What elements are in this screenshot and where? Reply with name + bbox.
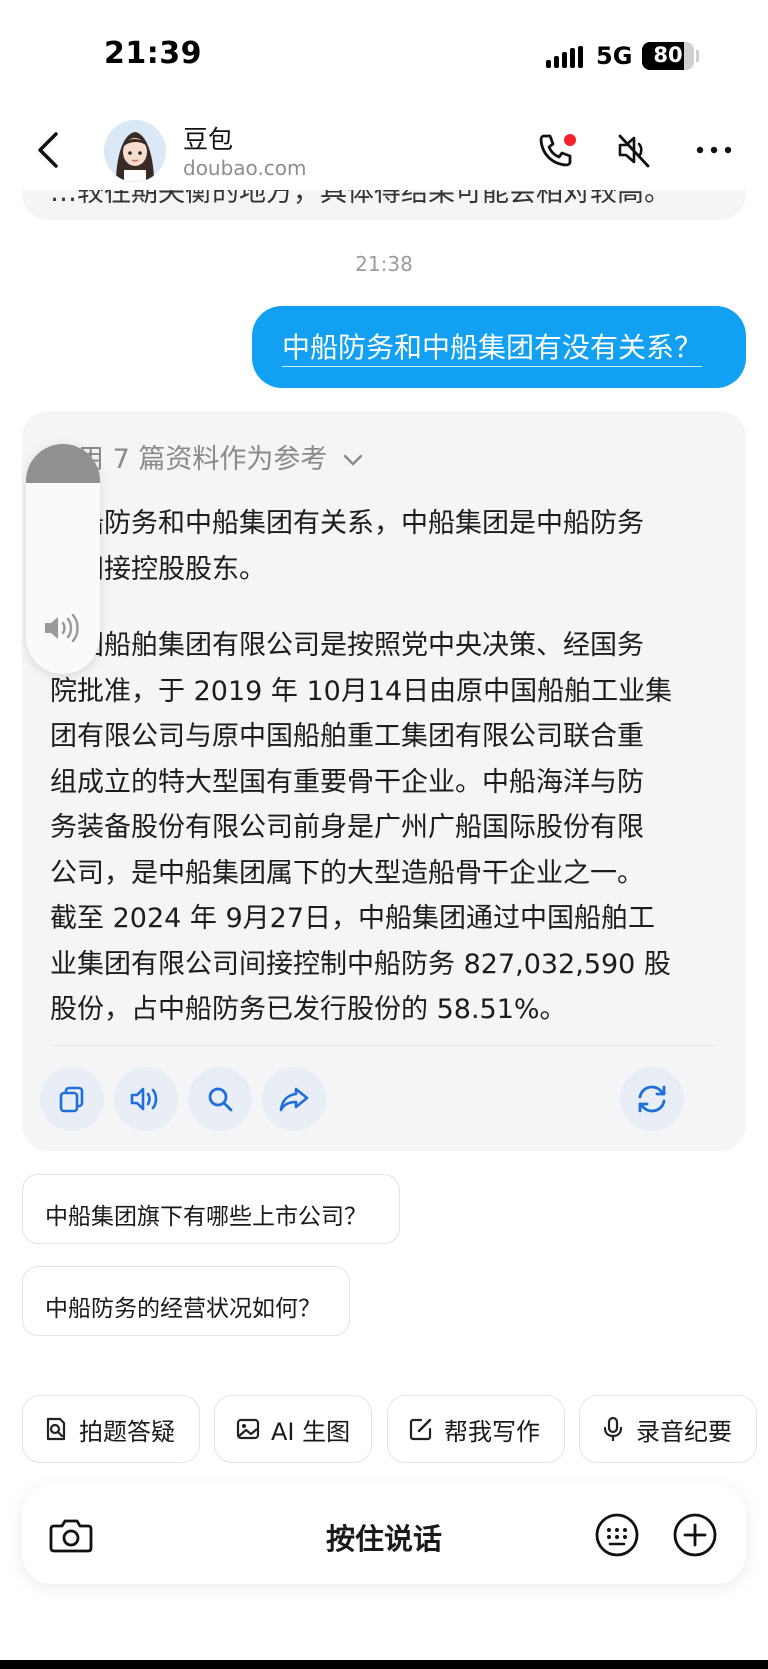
read-aloud-button[interactable]	[114, 1067, 178, 1131]
answer-line: 公司，是中船集团属下的大型造船骨干企业之一。	[50, 857, 644, 889]
copy-icon	[59, 1086, 84, 1113]
image-icon	[236, 1418, 260, 1440]
answer-line: 组成立的特大型国有重要骨干企业。中船海洋与防	[50, 766, 644, 798]
notification-dot	[564, 134, 576, 146]
tool-label: 录音纪要	[636, 1417, 732, 1446]
answer-paragraph-2: 中国船舶集团有限公司是按照党中央决策、经国务 院批准，于 2019 年 10月1…	[50, 623, 740, 1033]
copy-button[interactable]	[40, 1067, 104, 1131]
answer-line: 中国船舶集团有限公司是按照党中央决策、经国务	[50, 630, 644, 661]
suggestion-chip[interactable]: 中船集团旗下有哪些上市公司？	[22, 1174, 400, 1244]
status-time: 21:39	[104, 36, 202, 71]
message-timestamp: 21:38	[355, 252, 413, 276]
speaker-muted-icon[interactable]	[612, 128, 656, 172]
photo-question-icon	[46, 1417, 66, 1441]
back-icon[interactable]	[30, 128, 70, 172]
share-icon	[279, 1087, 309, 1112]
search-button[interactable]	[188, 1067, 252, 1131]
volume-icon	[45, 613, 79, 643]
signal-icon	[546, 46, 584, 68]
answer-line: 院批准，于 2019 年 10月14日由原中国船舶工业集	[50, 675, 673, 707]
tool-label: AI 生图	[271, 1417, 351, 1446]
tool-ai-image[interactable]: AI 生图	[214, 1395, 372, 1463]
chevron-down-icon	[343, 454, 363, 466]
bot-domain: doubao.com	[183, 156, 307, 180]
answer-paragraph-1: 中船防务和中船集团有关系，中船集团是中船防务 的间接控股股东。	[50, 501, 740, 592]
answer-line: 股份，占中船防务已发行股份的 58.51%。	[50, 994, 567, 1025]
chat-screen: 21:39 5G 80 …较往期失衡的地方，具体得结果可能会相对较高。 豆包 d…	[0, 0, 768, 1669]
add-icon[interactable]	[672, 1512, 718, 1558]
keyboard-icon[interactable]	[594, 1512, 640, 1558]
answer-line: 业集团有限公司间接控制中船防务 827,032,590 股	[50, 948, 671, 980]
answer-line: 的间接控股股东。	[50, 553, 266, 585]
home-indicator	[0, 1660, 768, 1669]
refresh-icon	[638, 1085, 666, 1113]
microphone-icon	[603, 1416, 623, 1441]
speaker-icon	[130, 1087, 158, 1111]
bot-name: 豆包	[183, 125, 234, 154]
user-message-text: 中船防务和中船集团有没有关系？	[282, 331, 703, 367]
tool-label: 帮我写作	[444, 1417, 540, 1446]
tool-writing[interactable]: 帮我写作	[387, 1395, 565, 1463]
status-bar: 21:39 5G 80	[0, 0, 768, 110]
tool-photo-answer[interactable]: 拍题答疑	[22, 1395, 200, 1463]
tool-label: 拍题答疑	[79, 1417, 175, 1446]
answer-line: 务装备股份有限公司前身是广州广船国际股份有限	[50, 812, 644, 843]
network-type: 5G	[596, 42, 633, 70]
answer-line: 团有限公司与原中国船舶重工集团有限公司联合重	[50, 721, 644, 752]
divider	[50, 1045, 718, 1046]
avatar[interactable]	[104, 120, 166, 182]
search-icon	[208, 1087, 233, 1112]
battery-level: 80	[653, 43, 683, 67]
share-button[interactable]	[262, 1067, 326, 1131]
suggestion-chip[interactable]: 中船防务的经营状况如何？	[22, 1266, 350, 1336]
input-bar: 按住说话	[22, 1484, 746, 1584]
volume-level	[26, 444, 100, 484]
edit-icon	[409, 1418, 432, 1441]
chat-header: 豆包 doubao.com	[0, 110, 768, 190]
user-message-bubble[interactable]: 中船防务和中船集团有没有关系？	[252, 306, 746, 388]
tool-recording-notes[interactable]: 录音纪要	[579, 1395, 757, 1463]
battery-icon: 80	[642, 42, 694, 70]
more-icon[interactable]	[692, 128, 736, 172]
answer-card: 引用 7 篇资料作为参考 中船防务和中船集团有关系，中船集团是中船防务 的间接控…	[22, 411, 746, 1151]
regenerate-button[interactable]	[620, 1067, 684, 1131]
answer-line: 中船防务和中船集团有关系，中船集团是中船防务	[50, 508, 644, 539]
volume-slider[interactable]	[26, 444, 100, 674]
answer-line: 截至 2024 年 9月27日，中船集团通过中国船舶工	[50, 903, 655, 934]
